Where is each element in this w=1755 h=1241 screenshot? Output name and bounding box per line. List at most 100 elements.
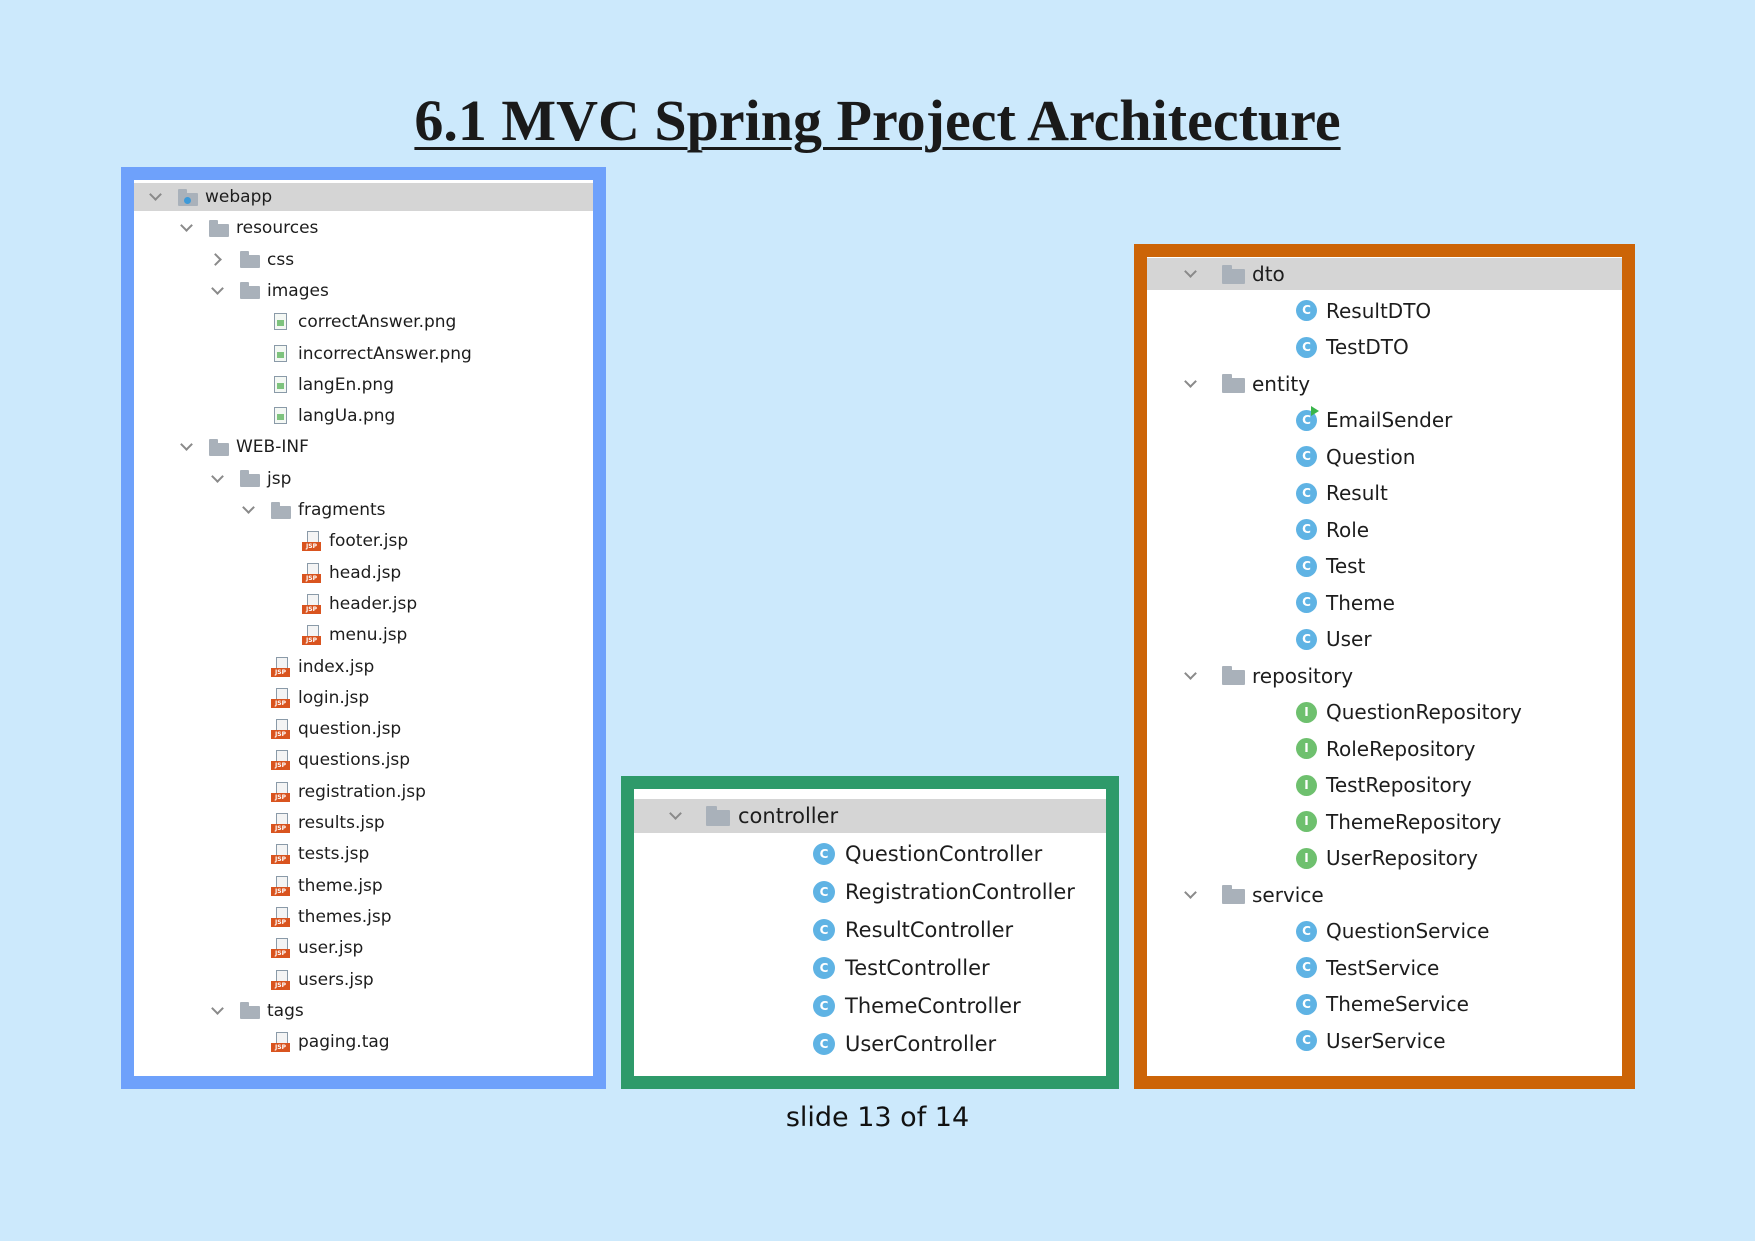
controller-package-tree: controller C QuestionController C Registrati… [621, 776, 1119, 1089]
tree-row-paging-tag[interactable]: JSP paging.tag [134, 1028, 593, 1056]
chevron-down-icon[interactable] [211, 282, 224, 295]
tree-row-themerepository[interactable]: I ThemeRepository [1147, 806, 1622, 838]
tree-row-theme-jsp[interactable]: JSP theme.jsp [134, 872, 593, 900]
tree-row-langua-png[interactable]: langUa.png [134, 402, 593, 430]
slide-title: 6.1 MVC Spring Project Architecture [414, 88, 1341, 153]
chevron-down-icon[interactable] [1184, 666, 1197, 680]
tree-row-repository[interactable]: repository [1147, 660, 1622, 692]
tree-row-langen-png[interactable]: langEn.png [134, 371, 593, 399]
tree-row-correctanswer-png[interactable]: correctAnswer.png [134, 308, 593, 336]
chevron-right-icon[interactable] [209, 252, 222, 266]
tree-row-results-jsp[interactable]: JSP results.jsp [134, 809, 593, 837]
tree-item-label: RoleRepository [1326, 736, 1476, 761]
slide-number: slide 13 of 14 [785, 1102, 970, 1133]
tree-row-jsp[interactable]: jsp [134, 465, 593, 493]
package-icon [1222, 885, 1245, 904]
tree-row-resultdto[interactable]: C ResultDTO [1147, 295, 1622, 327]
tree-row-index-jsp[interactable]: JSP index.jsp [134, 653, 593, 681]
tree-row-css[interactable]: css [134, 246, 593, 274]
tree-row-test[interactable]: C Test [1147, 550, 1622, 582]
tree-row-users-jsp[interactable]: JSP users.jsp [134, 966, 593, 994]
tree-item-label: footer.jsp [329, 531, 409, 552]
package-icon [1222, 264, 1245, 284]
tree-row-fragments[interactable]: fragments [134, 496, 593, 524]
tree-row-testservice[interactable]: C TestService [1147, 952, 1622, 984]
package-icon [706, 806, 730, 826]
class-icon: C [1296, 446, 1317, 467]
tree-row-user-jsp[interactable]: JSP user.jsp [134, 934, 593, 962]
tree-item-label: header.jsp [329, 593, 418, 614]
chevron-down-icon[interactable] [242, 501, 255, 514]
tree-row-menu-jsp[interactable]: JSP menu.jsp [134, 621, 593, 649]
tree-row-resources[interactable]: resources [134, 214, 593, 242]
tree-row-testdto[interactable]: C TestDTO [1147, 331, 1622, 363]
tree-row-header-jsp[interactable]: JSP header.jsp [134, 590, 593, 618]
folder-icon [240, 1002, 260, 1020]
tree-item-label: TestDTO [1326, 335, 1409, 359]
image-file-icon [274, 344, 287, 362]
folder-icon [209, 438, 229, 456]
tree-row-images[interactable]: images [134, 277, 593, 305]
tree-row-entity[interactable]: entity [1147, 368, 1622, 400]
class-icon: C [1296, 993, 1317, 1015]
tree-item-label: Result [1326, 481, 1388, 505]
tree-row-head-jsp[interactable]: JSP head.jsp [134, 559, 593, 587]
chevron-down-icon[interactable] [1184, 885, 1197, 899]
tree-row-emailsender[interactable]: C EmailSender [1147, 404, 1622, 436]
tree-row-question[interactable]: C Question [1147, 441, 1622, 473]
tree-row-question-jsp[interactable]: JSP question.jsp [134, 715, 593, 743]
chevron-down-icon[interactable] [1184, 265, 1197, 278]
tree-row-web-inf[interactable]: WEB-INF [134, 433, 593, 461]
tree-row-registration-jsp[interactable]: JSP registration.jsp [134, 778, 593, 806]
tree-row-usercontroller[interactable]: C UserController [634, 1027, 1106, 1061]
tree-row-questionrepository[interactable]: I QuestionRepository [1147, 696, 1622, 728]
tree-row-themeservice[interactable]: C ThemeService [1147, 988, 1622, 1020]
tree-row-role[interactable]: C Role [1147, 514, 1622, 546]
jsp-file-icon: JSP [271, 1032, 291, 1053]
jsp-file-icon: JSP [302, 625, 322, 646]
tree-row-resultcontroller[interactable]: C ResultController [634, 913, 1106, 947]
chevron-down-icon[interactable] [669, 807, 682, 820]
tree-row-themecontroller[interactable]: C ThemeController [634, 989, 1106, 1023]
tree-row-theme[interactable]: C Theme [1147, 587, 1622, 619]
tree-item-label: webapp [205, 187, 273, 207]
tree-item-label: ThemeController [845, 994, 1021, 1018]
tree-row-dto[interactable]: dto [1147, 258, 1622, 290]
tree-row-questioncontroller[interactable]: C QuestionController [634, 837, 1106, 871]
tree-row-questions-jsp[interactable]: JSP questions.jsp [134, 746, 593, 774]
tree-row-controller[interactable]: controller [634, 799, 1106, 833]
tree-row-tests-jsp[interactable]: JSP tests.jsp [134, 840, 593, 868]
tree-item-label: service [1252, 882, 1324, 907]
tree-row-userrepository[interactable]: I UserRepository [1147, 842, 1622, 874]
tree-row-login-jsp[interactable]: JSP login.jsp [134, 684, 593, 712]
chevron-down-icon[interactable] [149, 188, 162, 201]
tree-row-webapp[interactable]: webapp [134, 183, 593, 211]
chevron-down-icon[interactable] [211, 469, 224, 483]
tree-row-result[interactable]: C Result [1147, 477, 1622, 509]
tree-row-incorrectanswer-png[interactable]: incorrectAnswer.png [134, 340, 593, 368]
tree-item-label: QuestionRepository [1326, 700, 1522, 724]
tree-row-rolerepository[interactable]: I RoleRepository [1147, 733, 1622, 765]
chevron-down-icon[interactable] [180, 438, 193, 452]
chevron-down-icon[interactable] [180, 219, 193, 233]
tree-row-service[interactable]: service [1147, 879, 1622, 911]
tree-row-questionservice[interactable]: C QuestionService [1147, 915, 1622, 947]
tree-item-label: resources [236, 218, 319, 239]
tree-item-label: menu.jsp [329, 625, 408, 646]
tree-row-userservice[interactable]: C UserService [1147, 1025, 1622, 1057]
tree-row-user[interactable]: C User [1147, 623, 1622, 655]
class-icon: C [1296, 555, 1317, 577]
tree-row-registrationcontroller[interactable]: C RegistrationController [634, 875, 1106, 909]
tree-row-themes-jsp[interactable]: JSP themes.jsp [134, 903, 593, 931]
jsp-file-icon: JSP [302, 531, 322, 552]
class-icon: C [813, 957, 835, 979]
tree-row-tags[interactable]: tags [134, 997, 593, 1025]
tree-row-testcontroller[interactable]: C TestController [634, 951, 1106, 985]
chevron-down-icon[interactable] [1184, 374, 1197, 388]
tree-row-footer-jsp[interactable]: JSP footer.jsp [134, 527, 593, 555]
interface-icon: I [1296, 701, 1317, 723]
class-icon: C [813, 843, 835, 865]
tree-item-label: entity [1252, 371, 1311, 396]
tree-row-testrepository[interactable]: I TestRepository [1147, 769, 1622, 801]
chevron-down-icon[interactable] [211, 1001, 224, 1015]
